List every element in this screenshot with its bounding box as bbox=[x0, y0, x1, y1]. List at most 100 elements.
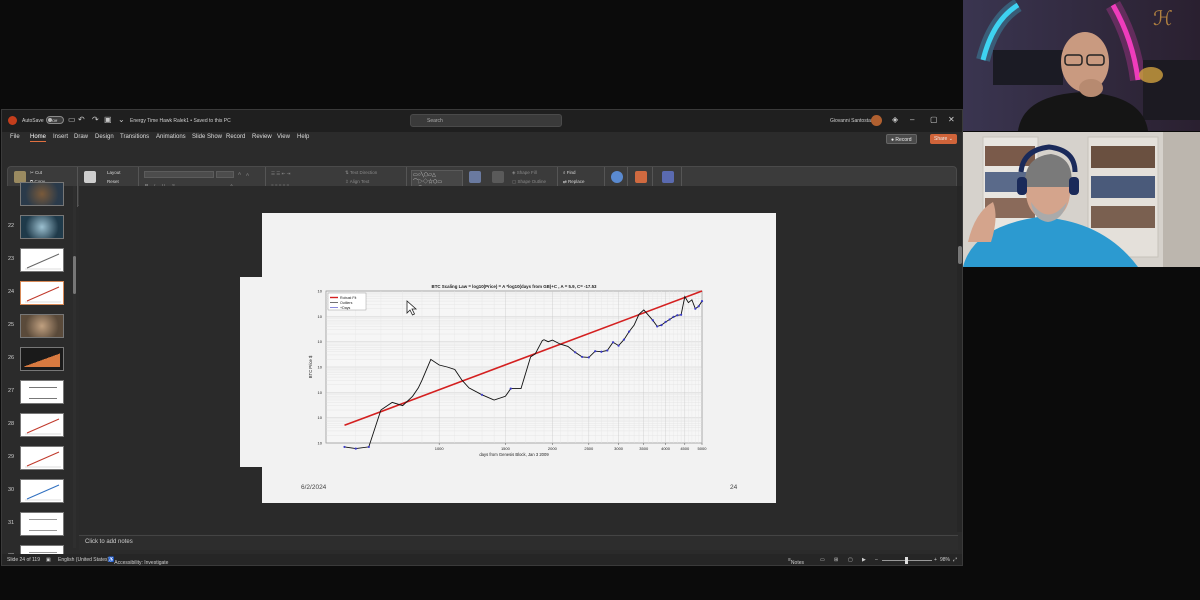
tab-slide-show[interactable]: Slide Show bbox=[192, 134, 222, 140]
shrink-font-icon[interactable]: A bbox=[246, 172, 249, 177]
slide-date[interactable]: 6/2/2024 bbox=[301, 484, 326, 491]
zoom-out-icon[interactable]: – bbox=[875, 557, 878, 563]
shape-fill-button[interactable]: ◈ Shape Fill bbox=[512, 170, 537, 176]
tab-review[interactable]: Review bbox=[252, 134, 272, 140]
layout-button[interactable]: Layout bbox=[107, 170, 121, 175]
document-title[interactable]: Energy Time Hawk Ralek1 • Saved to this … bbox=[130, 118, 231, 124]
autosave-label: AutoSave bbox=[22, 118, 44, 124]
btc-scaling-chart[interactable]: 10 10 10 10 10 10 10 1000 1500 2000 2500 3000 3500 40… bbox=[280, 281, 720, 466]
user-name[interactable]: Giovanni Santostasi bbox=[830, 118, 874, 124]
on-fit-point bbox=[343, 445, 346, 449]
find-button[interactable]: ⌕ Find bbox=[563, 170, 576, 175]
arrange-icon[interactable] bbox=[469, 171, 481, 183]
start-slideshow-icon[interactable]: ▣ bbox=[104, 115, 112, 124]
slide-thumbnail[interactable] bbox=[20, 413, 64, 437]
zoom-level[interactable]: 98% bbox=[940, 557, 950, 563]
tab-file[interactable]: File bbox=[10, 134, 20, 140]
slide-thumbnail[interactable] bbox=[20, 446, 64, 470]
y-tick-label: 10 bbox=[318, 441, 323, 446]
text-direction-button[interactable]: ⇅ Text Direction bbox=[345, 170, 377, 176]
shape-outline-button[interactable]: ▢ Shape Outline bbox=[512, 179, 546, 185]
slide-thumbnail[interactable] bbox=[20, 215, 64, 239]
reading-view-icon[interactable]: ▢ bbox=[848, 557, 853, 563]
on-fit-point bbox=[656, 325, 659, 328]
grow-font-icon[interactable]: A bbox=[238, 171, 241, 176]
reset-button[interactable]: Reset bbox=[107, 179, 119, 184]
thumbnail-scrollbar[interactable] bbox=[73, 186, 76, 548]
cut-button[interactable]: ✂ Cut bbox=[30, 170, 42, 176]
slide-thumbnail[interactable] bbox=[20, 479, 64, 503]
normal-view-icon[interactable]: ▭ bbox=[820, 557, 825, 563]
tab-animations[interactable]: Animations bbox=[156, 134, 186, 140]
fit-to-window-icon[interactable]: ⤢ bbox=[953, 557, 957, 563]
y-tick-label: 10 bbox=[318, 415, 323, 420]
font-name-dropdown[interactable] bbox=[144, 171, 214, 178]
tab-home[interactable]: Home bbox=[30, 134, 47, 142]
tab-record[interactable]: Record bbox=[226, 134, 245, 140]
on-fit-point bbox=[581, 355, 584, 359]
customize-quick-access-icon[interactable]: ⌄ bbox=[118, 115, 125, 124]
replace-button[interactable]: ⇄ Replace bbox=[563, 179, 585, 185]
quick-styles-icon[interactable] bbox=[492, 171, 504, 183]
minimize-icon[interactable]: – bbox=[910, 115, 914, 124]
mouse-pointer-icon bbox=[406, 300, 418, 316]
language-indicator[interactable]: English (United States) bbox=[58, 557, 109, 563]
slide-sorter-icon[interactable]: ⊞ bbox=[834, 557, 838, 563]
x-tick-label: 1000 bbox=[435, 446, 445, 451]
slide-thumbnail[interactable] bbox=[20, 248, 64, 272]
slide-thumbnail[interactable] bbox=[20, 182, 64, 206]
notes-pane[interactable]: Click to add notes bbox=[79, 535, 958, 550]
slide-number[interactable]: 24 bbox=[730, 484, 737, 491]
slideshow-view-icon[interactable]: ▶ bbox=[862, 557, 866, 563]
replace-label: Replace bbox=[568, 179, 585, 184]
slide-thumbnail[interactable] bbox=[20, 281, 64, 305]
slide-info: Slide 24 of 119 bbox=[7, 557, 40, 563]
zoom-in-icon[interactable]: + bbox=[934, 557, 937, 563]
thumbnail-scroll-thumb[interactable] bbox=[73, 256, 76, 294]
record-button[interactable]: ● Record bbox=[886, 134, 917, 144]
align-text-button[interactable]: ⇳ Align Text bbox=[345, 179, 369, 185]
microphone-icon[interactable] bbox=[611, 171, 623, 183]
new-slide-icon[interactable] bbox=[84, 171, 96, 183]
accessibility-status[interactable]: ♿ Accessibility: Investigate bbox=[108, 557, 168, 565]
search-box[interactable]: Search bbox=[410, 114, 562, 127]
slide-thumbnail[interactable] bbox=[20, 380, 64, 404]
addins-icon[interactable] bbox=[635, 171, 647, 183]
tab-design[interactable]: Design bbox=[95, 134, 114, 140]
current-slide[interactable]: 10 10 10 10 10 10 10 1000 1500 2000 2500 3000 3500 40… bbox=[240, 213, 776, 503]
tab-help[interactable]: Help bbox=[297, 134, 309, 140]
y-tick-label: 10 bbox=[318, 365, 323, 370]
maximize-icon[interactable]: ▢ bbox=[930, 115, 938, 124]
slide-thumbnail[interactable] bbox=[20, 314, 64, 338]
bullets-icon[interactable]: ☰ ☰ ⇤ ⇥ bbox=[271, 171, 290, 177]
tab-view[interactable]: View bbox=[277, 134, 290, 140]
designer-icon[interactable] bbox=[662, 171, 674, 183]
tab-draw[interactable]: Draw bbox=[74, 134, 88, 140]
slide-thumbnail[interactable] bbox=[20, 512, 64, 536]
avatar[interactable] bbox=[871, 115, 882, 126]
on-fit-point bbox=[611, 341, 615, 344]
tab-transitions[interactable]: Transitions bbox=[120, 134, 149, 140]
slide-editing-canvas[interactable]: 10 10 10 10 10 10 10 1000 1500 2000 2500 3000 3500 40… bbox=[79, 186, 958, 534]
canvas-scroll-thumb[interactable] bbox=[958, 246, 962, 264]
status-bar: Slide 24 of 119 ▣ English (United States… bbox=[2, 554, 962, 565]
copilot-icon[interactable]: ◈ bbox=[892, 115, 898, 124]
close-icon[interactable]: ✕ bbox=[948, 115, 955, 124]
undo-icon[interactable]: ↶ bbox=[78, 115, 85, 124]
thumbnail-number: 26 bbox=[8, 355, 15, 361]
save-icon[interactable]: ▭ bbox=[68, 115, 76, 124]
thumbnail-number: 29 bbox=[8, 454, 15, 460]
spellcheck-icon[interactable]: ▣ bbox=[46, 557, 51, 563]
thumbnail-number: 27 bbox=[8, 388, 15, 394]
font-size-dropdown[interactable] bbox=[216, 171, 234, 178]
notes-toggle[interactable]: ≡ Notes bbox=[788, 557, 804, 565]
redo-icon[interactable]: ↷ bbox=[92, 115, 99, 124]
y-tick-label: 10 bbox=[318, 314, 323, 319]
on-fit-point bbox=[628, 330, 631, 333]
tab-insert[interactable]: Insert bbox=[53, 134, 68, 140]
on-fit-point bbox=[697, 305, 700, 308]
share-button[interactable]: Share ⌄ bbox=[930, 134, 957, 144]
slide-thumbnail[interactable] bbox=[20, 347, 64, 371]
zoom-slider-thumb[interactable] bbox=[905, 557, 908, 564]
y-tick-label: 10 bbox=[318, 339, 323, 344]
